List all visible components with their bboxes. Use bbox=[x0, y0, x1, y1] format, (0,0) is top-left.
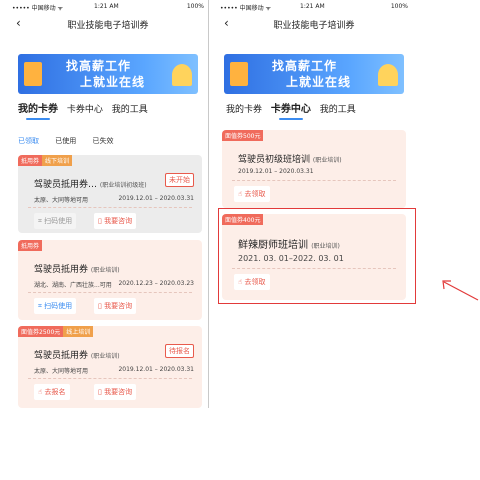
tab-coupon-center[interactable]: 卡券中心 bbox=[67, 105, 103, 115]
highlight-box bbox=[218, 208, 416, 304]
coupon-meta: 湖北、湖南、广西壮族...可用 2020.12.23 – 2020.03.23 bbox=[34, 280, 194, 289]
status-badge: 未开始 bbox=[165, 173, 194, 187]
tag: 线下培训 bbox=[42, 155, 73, 166]
carrier: ••••• 中国移动 ᯤ bbox=[12, 5, 63, 12]
tab-bar: 我的卡券 卡券中心 我的工具 bbox=[18, 100, 154, 115]
filter-claimed[interactable]: 已领取 bbox=[18, 137, 39, 145]
coupon-meta: 2019.12.01 – 2020.03.31 bbox=[238, 168, 314, 175]
banner[interactable]: 找高薪工作 上就业在线 bbox=[224, 54, 404, 94]
left-phone-screen: ••••• 中国移动 ᯤ 1:21 AM 100% ‹ 职业技能电子培训券 找高… bbox=[8, 0, 209, 408]
consult-button[interactable]: ▯ 我要咨询 bbox=[94, 298, 137, 314]
banner-line2: 上就业在线 bbox=[286, 75, 352, 89]
nav-bar: ‹ 职业技能电子培训券 bbox=[8, 12, 208, 34]
register-button[interactable]: ☝ 去报名 bbox=[34, 384, 70, 400]
tag: 面值券2500元 bbox=[18, 326, 64, 337]
illustration-icon bbox=[24, 62, 42, 86]
illustration-icon bbox=[378, 64, 398, 86]
status-badge: 待报名 bbox=[165, 344, 194, 358]
tag: 面值券500元 bbox=[222, 130, 264, 141]
consult-button[interactable]: ▯ 我要咨询 bbox=[94, 213, 137, 229]
tab-bar: 我的卡券 卡券中心 我的工具 bbox=[226, 100, 362, 115]
right-phone-screen: ••••• 中国移动 ᯤ 1:21 AM 100% ‹ 职业技能电子培训券 找高… bbox=[216, 0, 412, 408]
claim-button[interactable]: ☝ 去领取 bbox=[234, 186, 270, 202]
coupon-meta: 太原、大同等地可用 2019.12.01 – 2020.03.31 bbox=[34, 366, 194, 375]
page-title: 职业技能电子培训券 bbox=[273, 21, 355, 31]
illustration-icon bbox=[230, 62, 248, 86]
illustration-icon bbox=[172, 64, 192, 86]
scan-use-button[interactable]: ⌗ 扫码使用 bbox=[34, 298, 77, 314]
battery: 100% bbox=[390, 3, 408, 10]
filter-bar: 已领取 已使用 已失效 bbox=[18, 136, 127, 146]
coupon-name: 驾驶员抵用券 (职业培训) bbox=[34, 351, 120, 361]
arrow-icon bbox=[442, 280, 479, 301]
coupon-card[interactable]: 抵用券 驾驶员抵用券 (职业培训) 湖北、湖南、广西壮族...可用 2020.12… bbox=[18, 240, 202, 320]
tab-my-tools[interactable]: 我的工具 bbox=[112, 105, 148, 115]
consult-button[interactable]: ▯ 我要咨询 bbox=[94, 384, 137, 400]
tab-coupon-center[interactable]: 卡券中心 bbox=[271, 104, 311, 115]
coupon-name: 驾驶员初级班培训 (职业培训) bbox=[238, 155, 342, 165]
nav-bar: ‹ 职业技能电子培训券 bbox=[216, 12, 412, 34]
filter-used[interactable]: 已使用 bbox=[55, 137, 76, 145]
scan-use-button[interactable]: ⌗ 扫码使用 bbox=[34, 213, 77, 229]
tab-my-coupons[interactable]: 我的卡券 bbox=[226, 105, 262, 115]
coupon-card[interactable]: 抵用券 线下培训 驾驶员抵用券… (职业培训初级班) 未开始 太原、大同等地可用 2… bbox=[18, 155, 202, 233]
tag: 线上培训 bbox=[63, 326, 94, 337]
banner-line1: 找高薪工作 bbox=[66, 59, 132, 73]
banner-line2: 上就业在线 bbox=[80, 75, 146, 89]
time: 1:21 AM bbox=[94, 3, 119, 10]
battery: 100% bbox=[186, 3, 204, 10]
coupon-name: 驾驶员抵用券 (职业培训) bbox=[34, 265, 120, 275]
filter-expired[interactable]: 已失效 bbox=[92, 137, 113, 145]
coupon-name: 驾驶员抵用券… (职业培训初级班) bbox=[34, 180, 147, 190]
tab-my-coupons[interactable]: 我的卡券 bbox=[18, 104, 58, 115]
carrier: ••••• 中国移动 ᯤ bbox=[220, 5, 271, 12]
tag: 抵用券 bbox=[18, 240, 43, 251]
tag: 抵用券 bbox=[18, 155, 43, 166]
page-title: 职业技能电子培训券 bbox=[67, 21, 149, 31]
tab-my-tools[interactable]: 我的工具 bbox=[320, 105, 356, 115]
status-bar: ••••• 中国移动 ᯤ 1:21 AM 100% bbox=[8, 0, 208, 12]
coupon-card[interactable]: 面值券2500元 线上培训 驾驶员抵用券 (职业培训) 待报名 太原、大同等地可用… bbox=[18, 326, 202, 408]
coupon-meta: 太原、大同等地可用 2019.12.01 – 2020.03.31 bbox=[34, 195, 194, 204]
status-bar: ••••• 中国移动 ᯤ 1:21 AM 100% bbox=[216, 0, 412, 12]
coupon-card[interactable]: 面值券500元 驾驶员初级班培训 (职业培训) 2019.12.01 – 202… bbox=[222, 130, 406, 208]
banner[interactable]: 找高薪工作 上就业在线 bbox=[18, 54, 198, 94]
banner-line1: 找高薪工作 bbox=[272, 59, 338, 73]
time: 1:21 AM bbox=[300, 3, 325, 10]
